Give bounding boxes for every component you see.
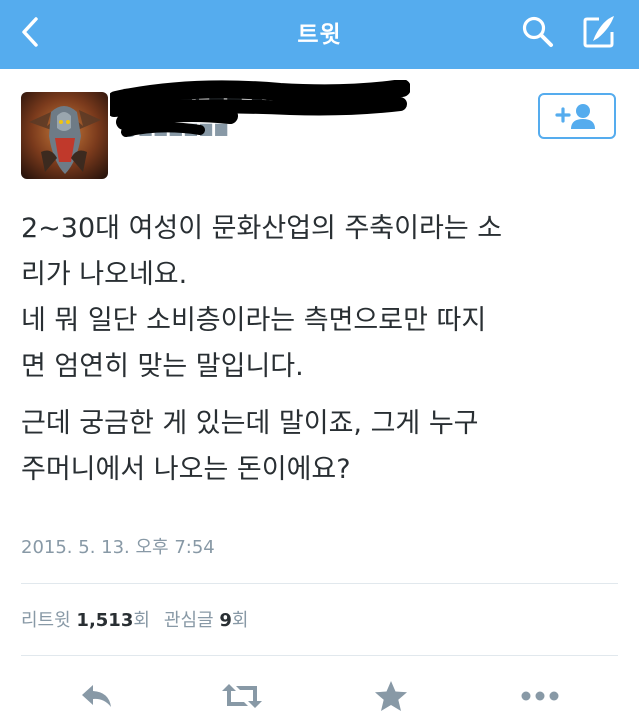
tweet-text: 2~30대 여성이 문화산업의 주축이라는 소 리가 나오네요. 네 뭐 일단 … — [21, 206, 621, 493]
add-user-icon — [555, 104, 595, 129]
tweet-action-bar — [0, 672, 639, 722]
author-display-name[interactable]: ■■■■, ■■ Blackwind — [122, 84, 359, 106]
compose-icon — [583, 16, 614, 48]
tweet-timestamp: 2015. 5. 13. 오후 7:54 — [21, 537, 215, 558]
favorite-star-icon — [375, 681, 407, 711]
tweet-line: 면 엄연히 맞는 말입니다. — [21, 351, 304, 382]
retweet-stat[interactable]: 리트윗 1,513회 — [21, 610, 150, 631]
favorite-button[interactable] — [366, 676, 416, 716]
divider — [21, 655, 618, 656]
tweet-stats: 리트윗 1,513회 관심글 9회 — [21, 606, 248, 632]
tweet-line: 주머니에서 나오는 돈이에요? — [21, 454, 351, 485]
tweet-line: 네 뭐 일단 소비층이라는 측면으로만 따지 — [21, 305, 487, 336]
follow-button[interactable] — [538, 93, 616, 139]
favorite-count: 9 — [219, 610, 232, 631]
tweet-line: 리가 나오네요. — [21, 259, 188, 290]
reply-button[interactable] — [72, 676, 122, 716]
avatar-image — [21, 92, 108, 179]
retweet-icon — [222, 684, 262, 708]
reply-icon — [82, 685, 111, 707]
tweet-line: 근데 궁금한 게 있는데 말이죠, 그게 누구 — [21, 408, 479, 439]
retweet-button[interactable] — [217, 676, 267, 716]
divider — [21, 583, 618, 584]
retweet-label: 리트윗 — [21, 610, 71, 631]
avatar[interactable] — [21, 92, 108, 179]
top-nav-bar: 트윗 — [0, 0, 639, 69]
favorite-unit: 회 — [231, 610, 249, 631]
compose-button[interactable] — [578, 12, 620, 52]
author-handle[interactable]: @■■■■■■ — [122, 119, 229, 138]
more-icon — [521, 691, 559, 701]
tweet-line: 2~30대 여성이 문화산업의 주축이라는 소 — [21, 213, 503, 244]
search-icon — [522, 16, 553, 47]
more-button[interactable] — [515, 676, 565, 716]
retweet-count: 1,513 — [76, 610, 134, 631]
favorite-stat[interactable]: 관심글 9회 — [164, 610, 249, 631]
favorite-label: 관심글 — [163, 610, 214, 631]
search-button[interactable] — [518, 12, 558, 52]
retweet-unit: 회 — [133, 610, 150, 631]
